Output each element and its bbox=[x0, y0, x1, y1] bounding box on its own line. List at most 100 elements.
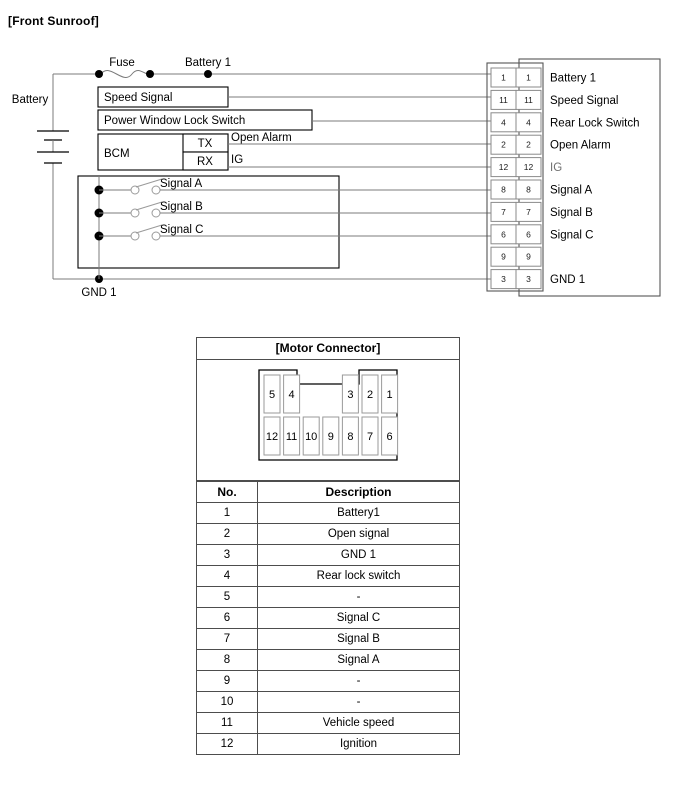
pin-description-cell: Vehicle speed bbox=[257, 712, 459, 734]
connector-pin-number-right: 7 bbox=[526, 207, 531, 217]
connector-pin-number-left: 12 bbox=[499, 162, 509, 172]
pin-description-cell: - bbox=[257, 691, 459, 713]
signal-a-label: Signal A bbox=[160, 178, 203, 190]
pin-number-cell: 3 bbox=[197, 544, 258, 566]
pin-description-cell: Signal C bbox=[257, 607, 459, 629]
pin-description-cell: - bbox=[257, 670, 459, 692]
connector-pin-number-right: 11 bbox=[524, 95, 533, 105]
pin-description-cell: GND 1 bbox=[257, 544, 459, 566]
table-row: 6 Signal C bbox=[197, 607, 459, 629]
motor-connector-pinout: 5 4 3 2 1 12 11 10 9 8 7 6 bbox=[197, 360, 459, 481]
table-body: 1 Battery1 2 Open signal 3 GND 1 4 Rear lock sw… bbox=[197, 502, 459, 754]
motor-connector-panel: [Motor Connector] 54321 12 11 10 9 8 7 6 No. D… bbox=[196, 337, 460, 755]
pin-description-cell: Battery1 bbox=[257, 502, 459, 524]
speed-signal-label: Speed Signal bbox=[104, 92, 172, 104]
motor-pin-number: 4 bbox=[289, 389, 295, 401]
pin-number-cell: 7 bbox=[197, 628, 258, 650]
connector-pin-number-left: 11 bbox=[499, 95, 508, 105]
open-alarm-label: Open Alarm bbox=[231, 132, 292, 144]
connector-pin-number-right: 6 bbox=[526, 229, 531, 239]
table-header-row: No. Description bbox=[197, 481, 459, 503]
motor-pin-number: 5 bbox=[269, 389, 275, 401]
connector-pin-number-right: 3 bbox=[526, 274, 531, 284]
table-row: 8 Signal A bbox=[197, 649, 459, 671]
connector-pin-number-left: 7 bbox=[501, 207, 506, 217]
fuse-node-left bbox=[95, 70, 103, 78]
column-header-description: Description bbox=[257, 481, 459, 503]
connector-pin-number-left: 6 bbox=[501, 229, 506, 239]
connector-pin-number-right: 4 bbox=[526, 117, 531, 127]
motor-pin-number: 8 bbox=[347, 431, 353, 443]
connector-pin-number-left: 9 bbox=[501, 252, 506, 262]
motor-connector-header: [Motor Connector] bbox=[197, 338, 459, 360]
connector-pin-number-left: 2 bbox=[501, 140, 506, 150]
table-row: 10- bbox=[197, 691, 459, 713]
pin-description-cell: Signal B bbox=[257, 628, 459, 650]
pin-description-table: No. Description 1 Battery1 2 Open signal 3 GN… bbox=[197, 481, 459, 754]
connector-signal-label: Rear Lock Switch bbox=[550, 117, 639, 129]
tx-label: TX bbox=[198, 138, 213, 150]
pin-number-cell: 6 bbox=[197, 607, 258, 629]
connector-pin-number-left: 8 bbox=[501, 185, 506, 195]
column-header-no: No. bbox=[197, 481, 258, 503]
pin-description-cell: Open signal bbox=[257, 523, 459, 545]
signal-b-contact-right bbox=[151, 208, 161, 218]
table-row: 1 Battery1 bbox=[197, 502, 459, 524]
rx-label: RX bbox=[197, 156, 213, 168]
pin-number-cell: 12 bbox=[197, 733, 258, 754]
pin-number-cell: 11 bbox=[197, 712, 258, 734]
pin-number-cell: 4 bbox=[197, 565, 258, 587]
connector-pin-number-right: 9 bbox=[526, 252, 531, 262]
pin-number-cell: 10 bbox=[197, 691, 258, 713]
signal-c-contact-left bbox=[130, 231, 140, 241]
motor-pin-number: 2 bbox=[367, 389, 373, 401]
motor-pin-bottom-row: 12 11 10 9 8 7 6 bbox=[263, 416, 399, 456]
signal-a-contact-right bbox=[151, 185, 161, 195]
pin-description-cell: Ignition bbox=[257, 733, 459, 754]
pin-description-cell: - bbox=[257, 586, 459, 608]
motor-pin-number: 11 bbox=[286, 431, 297, 443]
fuse-label: Fuse bbox=[109, 57, 135, 69]
pin-description-cell: Signal A bbox=[257, 649, 459, 671]
motor-pin-number: 7 bbox=[367, 431, 373, 443]
battery-label: Battery bbox=[12, 94, 49, 106]
motor-pin-number: 3 bbox=[347, 389, 353, 401]
motor-pin-number: 10 bbox=[305, 431, 317, 443]
table-row: 3 GND 1 bbox=[197, 544, 459, 566]
table-row: 7 Signal B bbox=[197, 628, 459, 650]
table-row: 5- bbox=[197, 586, 459, 608]
bcm-label: BCM bbox=[104, 148, 130, 160]
connector-pin-number-left: 1 bbox=[501, 73, 506, 83]
ig-label: IG bbox=[231, 154, 243, 166]
battery1-label: Battery 1 bbox=[185, 57, 231, 69]
motor-pin-number: 12 bbox=[266, 431, 278, 443]
connector-pin-number-right: 1 bbox=[526, 73, 531, 83]
table-row: 2 Open signal bbox=[197, 523, 459, 545]
connector-pin-number-right: 12 bbox=[524, 162, 534, 172]
connector-signal-label: Signal C bbox=[550, 229, 593, 241]
connector-signal-label: Signal A bbox=[550, 185, 593, 197]
gnd1-label: GND 1 bbox=[81, 287, 116, 299]
connector-signal-label: Open Alarm bbox=[550, 140, 611, 152]
connector-pin-number-right: 2 bbox=[526, 140, 531, 150]
connector-pin-number-left: 3 bbox=[501, 274, 506, 284]
connector-pin-number-left: 4 bbox=[501, 117, 506, 127]
pin-number-cell: 2 bbox=[197, 523, 258, 545]
circuit-diagram: Battery Fuse Battery 1 GND 1 Speed Signa… bbox=[12, 57, 661, 299]
pin-number-cell: 5 bbox=[197, 586, 258, 608]
signal-c-label: Signal C bbox=[160, 224, 203, 236]
motor-pin-number: 1 bbox=[387, 389, 393, 401]
connector-signal-label: IG bbox=[550, 162, 562, 174]
table-row: 12 Ignition bbox=[197, 733, 459, 754]
signal-b-label: Signal B bbox=[160, 201, 203, 213]
connector-pin-rows: 1 1 Battery 111 11 Speed Signal4 4 Rear Lock S… bbox=[490, 67, 639, 290]
connector-pin-number-right: 8 bbox=[526, 185, 531, 195]
table-row: 11 Vehicle speed bbox=[197, 712, 459, 734]
pin-number-cell: 1 bbox=[197, 502, 258, 524]
connector-signal-label: Speed Signal bbox=[550, 95, 618, 107]
connector-signal-label: GND 1 bbox=[550, 274, 585, 286]
battery1-node bbox=[204, 70, 212, 78]
power-window-lock-switch-label: Power Window Lock Switch bbox=[104, 115, 245, 127]
table-row: 4 Rear lock switch bbox=[197, 565, 459, 587]
pin-number-cell: 9 bbox=[197, 670, 258, 692]
